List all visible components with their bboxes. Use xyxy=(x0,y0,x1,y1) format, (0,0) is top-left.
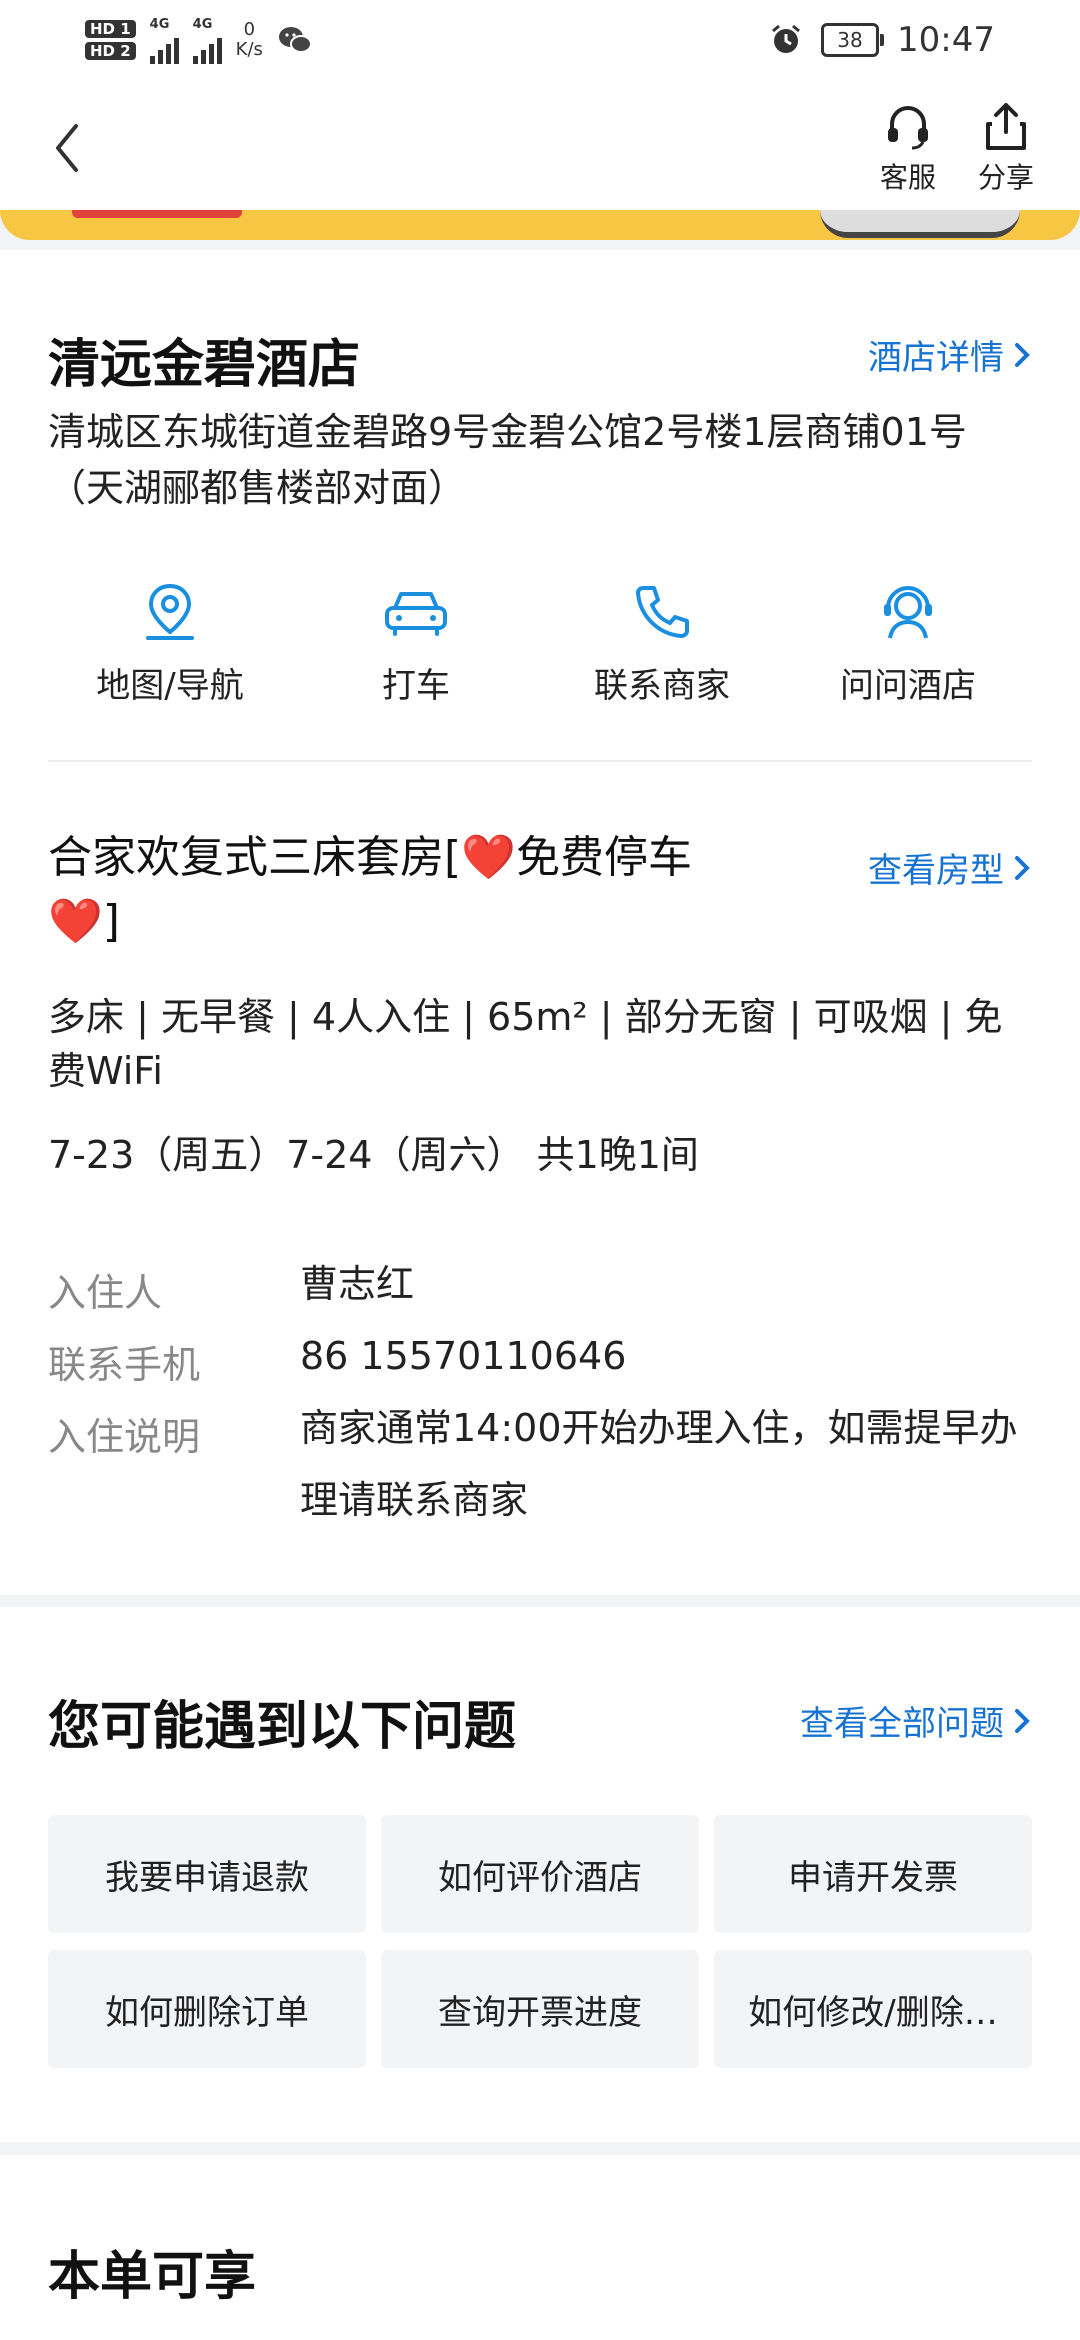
checkin-note-label: 入住说明 xyxy=(48,1415,201,1459)
hd2-badge: HD 2 xyxy=(85,42,136,60)
view-room-type-link[interactable]: 查看房型 xyxy=(868,843,1030,892)
chevron-left-icon xyxy=(56,124,78,172)
chevron-right-icon xyxy=(1015,342,1030,367)
faq-item[interactable]: 查询开票进度 xyxy=(381,1950,699,2068)
action-label: 联系商家 xyxy=(594,666,730,706)
signal-bars-2-icon xyxy=(192,32,222,64)
hotel-details-link[interactable]: 酒店详情 xyxy=(868,330,1030,379)
promo-banner[interactable] xyxy=(0,210,1080,240)
faq-item[interactable]: 如何评价酒店 xyxy=(381,1815,699,1933)
room-info: 多床 | 无早餐 | 4人入住 | 65m² | 部分无窗 | 可吸烟 | 免费… xyxy=(48,995,1003,1093)
phone-icon xyxy=(636,586,689,638)
hd1-badge: HD 1 xyxy=(85,20,136,38)
net-speed-unit: K/s xyxy=(235,39,263,60)
guest-value: 曹志红 xyxy=(300,1262,415,1306)
action-map-navigation[interactable]: 地图/导航 xyxy=(70,580,270,707)
chevron-right-icon xyxy=(1015,855,1030,880)
wechat-icon xyxy=(278,27,312,53)
headset-agent-icon xyxy=(884,586,932,639)
action-contact-merchant[interactable]: 联系商家 xyxy=(562,580,762,707)
network-type-2: 4G xyxy=(192,16,213,32)
faq-item[interactable]: 我要申请退款 xyxy=(48,1815,366,1933)
hotel-name: 清远金碧酒店 xyxy=(48,335,361,395)
faq-item[interactable]: 申请开发票 xyxy=(714,1815,1032,1933)
guest-label: 入住人 xyxy=(48,1271,163,1315)
status-bar-right: 38 10:47 xyxy=(769,14,995,66)
share-button[interactable]: 分享 xyxy=(978,100,1034,196)
share-label: 分享 xyxy=(978,161,1035,194)
faq-item[interactable]: 如何修改/删除… xyxy=(714,1950,1032,2068)
back-button[interactable] xyxy=(48,118,88,178)
signal-bars-1-icon xyxy=(149,32,179,64)
faq-title: 您可能遇到以下问题 xyxy=(48,1697,517,1757)
chevron-right-icon xyxy=(1015,1708,1030,1733)
signal-1: 4G xyxy=(149,16,179,64)
checkin-note-value: 商家通常14:00开始办理入住，如需提早办理请联系商家 xyxy=(300,1406,1018,1522)
clock: 10:47 xyxy=(897,20,995,60)
action-taxi[interactable]: 打车 xyxy=(316,580,516,707)
view-room-type-label: 查看房型 xyxy=(868,851,1004,891)
headset-icon xyxy=(888,106,928,150)
faq-item[interactable]: 如何删除订单 xyxy=(48,1950,366,2068)
net-speed: 0 K/s xyxy=(236,20,263,60)
action-label: 地图/导航 xyxy=(96,666,244,706)
network-type-1: 4G xyxy=(149,16,170,32)
phone-value: 86 15570110646 xyxy=(300,1334,627,1378)
view-all-questions-label: 查看全部问题 xyxy=(800,1704,1004,1744)
alarm-icon xyxy=(772,24,800,53)
hotel-address: 清城区东城街道金碧路9号金碧公馆2号楼1层商铺01号（天湖郦都售楼部对面） xyxy=(48,410,967,510)
section-divider xyxy=(48,760,1032,762)
status-bar-left: HD 1 HD 2 4G 4G 0 K/s xyxy=(85,10,313,70)
customer-service-button[interactable]: 客服 xyxy=(880,100,936,196)
action-ask-hotel[interactable]: 问问酒店 xyxy=(808,580,1008,707)
banner-red-accent xyxy=(72,210,242,218)
action-label: 打车 xyxy=(382,666,450,706)
stay-dates: 7-23（周五）7-24（周六） 共1晚1间 xyxy=(48,1133,699,1177)
battery-indicator: 38 xyxy=(821,23,885,57)
hd-badges: HD 1 HD 2 xyxy=(85,20,136,60)
view-all-questions-link[interactable]: 查看全部问题 xyxy=(800,1696,1030,1745)
phone-label: 联系手机 xyxy=(48,1343,201,1387)
banner-car-image xyxy=(820,210,1020,238)
customer-service-label: 客服 xyxy=(880,161,937,194)
map-pin-icon xyxy=(146,583,194,640)
hotel-details-label: 酒店详情 xyxy=(868,338,1004,378)
action-label: 问问酒店 xyxy=(840,666,976,706)
signal-2: 4G xyxy=(192,16,222,64)
benefits-title: 本单可享 xyxy=(48,2247,257,2307)
room-type-title: 合家欢复式三床套房[❤️免费停车❤️] xyxy=(48,832,692,947)
car-icon xyxy=(385,592,447,636)
net-speed-value: 0 xyxy=(243,19,256,40)
share-icon xyxy=(986,103,1026,150)
